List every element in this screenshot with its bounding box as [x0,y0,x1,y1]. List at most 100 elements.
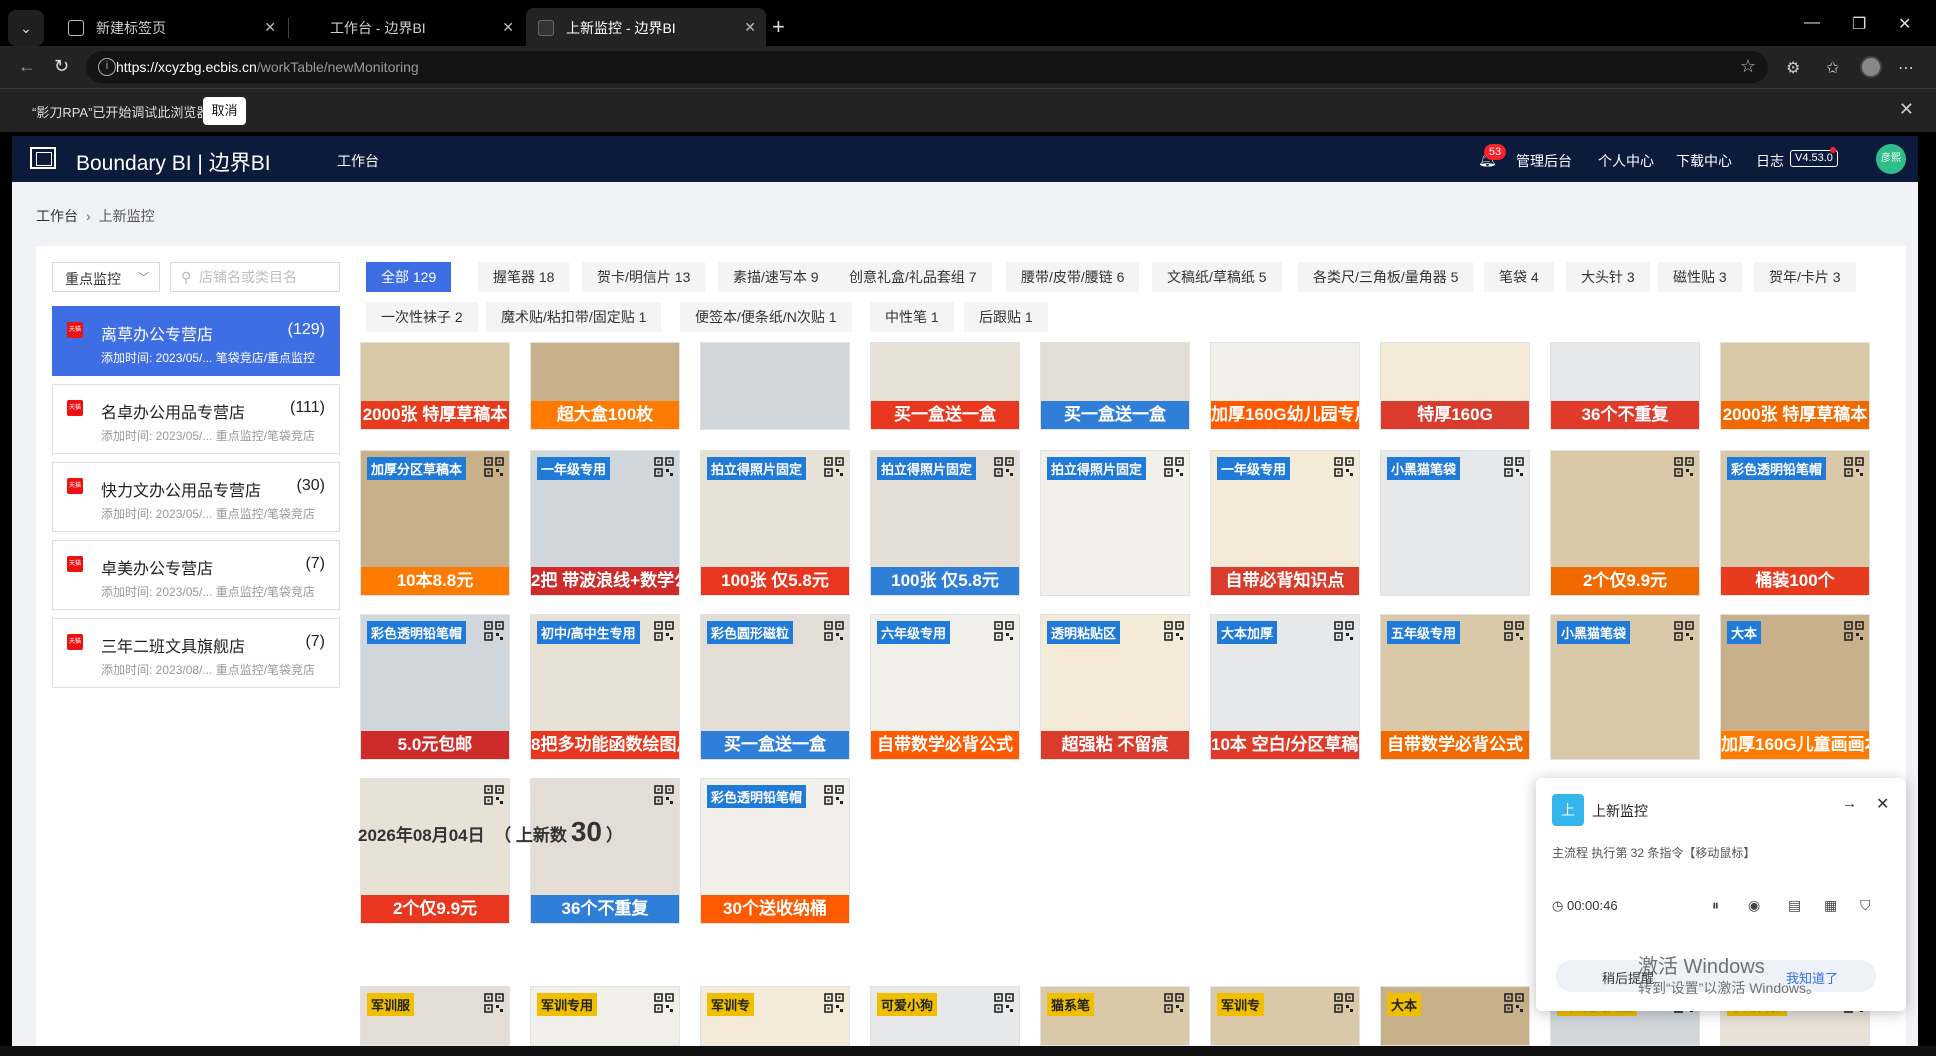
breadcrumb-root[interactable]: 工作台 [36,208,78,224]
qr-code-icon[interactable] [1674,457,1694,477]
category-chip[interactable]: 素描/速写本 9 [718,262,834,292]
qr-code-icon[interactable] [654,621,674,641]
product-card[interactable]: 一年级专用 2把 带波浪线+数学公式 [530,450,680,596]
product-card[interactable]: 2000张 特厚草稿本 [360,342,510,430]
category-chip[interactable]: 各类尺/三角板/量角器 5 [1298,262,1474,292]
nav-admin[interactable]: 管理后台 [1516,151,1572,171]
qr-code-icon[interactable] [824,457,844,477]
qr-code-icon[interactable] [1334,457,1354,477]
category-chip[interactable]: 腰带/皮带/腰链 6 [1006,262,1140,292]
product-card[interactable]: 军训专 [700,986,850,1046]
store-search-input[interactable] [199,267,335,287]
user-avatar[interactable]: 彦熙 [1876,144,1906,174]
table-icon[interactable]: ▦ [1824,897,1837,914]
product-card[interactable]: 透明粘贴区 超强粘 不留痕 [1040,614,1190,760]
category-chip[interactable]: 魔术贴/粘扣带/固定贴 1 [486,302,662,332]
monitor-filter-select[interactable]: 重点监控 ﹀ [52,262,160,292]
category-chip[interactable]: 大头针 3 [1566,262,1650,292]
restore-icon[interactable]: ❐ [1852,14,1866,34]
product-card[interactable]: 拍立得照片固定 100张 仅5.8元 [700,450,850,596]
qr-code-icon[interactable] [994,457,1014,477]
store-item[interactable]: 天猫 离草办公专营店 (129) 添加时间: 2023/05/... 笔袋竞店/… [52,306,340,376]
product-card[interactable]: 初中/高中生专用 8把多功能函数绘图尺 [530,614,680,760]
nav-workbench[interactable]: 工作台 [337,151,379,171]
product-card[interactable]: 超大盒100枚 [530,342,680,430]
product-card[interactable]: 拍立得照片固定 [1040,450,1190,596]
tab-list-chevron-icon[interactable]: ⌄ [8,10,44,46]
nav-log[interactable]: 日志 [1756,151,1784,171]
browser-tab-new[interactable]: 新建标签页 ✕ [56,8,286,48]
category-chip[interactable]: 握笔器 18 [478,262,570,292]
product-card[interactable]: 拍立得照片固定 100张 仅5.8元 [870,450,1020,596]
category-chip[interactable]: 中性笔 1 [870,302,954,332]
qr-code-icon[interactable] [484,457,504,477]
qr-code-icon[interactable] [824,621,844,641]
product-card[interactable]: 小黑猫笔袋 [1550,614,1700,760]
window-close-icon[interactable]: ✕ [1898,14,1911,34]
qr-code-icon[interactable] [1504,621,1524,641]
product-card[interactable]: 彩色透明铅笔帽 桶装100个 [1720,450,1870,596]
store-item[interactable]: 天猫 卓美办公专营店 (7) 添加时间: 2023/05/... 重点监控/笔袋… [52,540,340,610]
qr-code-icon[interactable] [994,993,1014,1013]
product-card[interactable]: 彩色透明铅笔帽 30个送收纳桶 [700,778,850,924]
qr-code-icon[interactable] [654,457,674,477]
nav-downloads[interactable]: 下载中心 [1676,151,1732,171]
qr-code-icon[interactable] [1334,621,1354,641]
category-chip[interactable]: 后跟贴 1 [964,302,1048,332]
close-icon[interactable]: ✕ [264,19,276,36]
product-card[interactable]: 大本 [1380,986,1530,1046]
qr-code-icon[interactable] [1334,993,1354,1013]
extensions-icon[interactable]: ⚙ [1786,58,1800,78]
product-card[interactable]: 彩色圆形磁粒 买一盒送一盒 [700,614,850,760]
product-card[interactable]: 猫系笔 [1040,986,1190,1046]
product-card[interactable]: 买一盒送一盒 [1040,342,1190,430]
category-chip[interactable]: 磁性贴 3 [1658,262,1742,292]
qr-code-icon[interactable] [484,785,504,805]
minimize-icon[interactable]: — [1804,14,1820,32]
qr-code-icon[interactable] [654,993,674,1013]
pause-icon[interactable]: ⏸︎ [1712,897,1719,914]
product-card[interactable]: 加厚分区草稿本 10本8.8元 [360,450,510,596]
product-card[interactable]: 2000张 特厚草稿本 [1720,342,1870,430]
category-chip[interactable]: 文稿纸/草稿纸 5 [1152,262,1282,292]
qr-code-icon[interactable] [1164,993,1184,1013]
product-card[interactable]: 彩色透明铅笔帽 5.0元包邮 [360,614,510,760]
url-field[interactable]: i https://xcyzbg.ecbis.cn/workTable/newM… [86,51,1768,83]
stop-icon[interactable]: ◉ [1748,897,1760,914]
product-card[interactable]: 六年级专用 自带数学必背公式 [870,614,1020,760]
browser-tab-workbench[interactable]: 工作台 - 边界BI ✕ [292,8,524,48]
qr-code-icon[interactable] [1164,457,1184,477]
product-card[interactable]: 大本 加厚160G儿童画画本 [1720,614,1870,760]
browser-tab-monitoring[interactable]: 上新监控 - 边界BI ✕ [526,8,766,48]
store-search[interactable]: ⚲ [170,262,340,292]
product-card[interactable]: 36个不重复 [1550,342,1700,430]
qr-code-icon[interactable] [484,621,504,641]
qr-code-icon[interactable] [654,785,674,805]
store-item[interactable]: 天猫 名卓办公用品专营店 (111) 添加时间: 2023/05/... 重点监… [52,384,340,454]
close-icon[interactable]: ✕ [502,19,514,36]
category-chip[interactable]: 全部 129 [366,262,452,292]
qr-code-icon[interactable] [1504,993,1524,1013]
product-card[interactable]: 2个仅9.9元 [1550,450,1700,596]
product-card[interactable]: 可爱小狗 [870,986,1020,1046]
category-chip[interactable]: 贺年/卡片 3 [1754,262,1856,292]
category-chip[interactable]: 贺卡/明信片 13 [582,262,706,292]
infobar-cancel-button[interactable]: 取消 [203,97,246,125]
nav-profile[interactable]: 个人中心 [1598,151,1654,171]
more-menu-icon[interactable]: ⋯ [1898,58,1914,78]
qr-code-icon[interactable] [1164,621,1184,641]
close-icon[interactable]: ✕ [1876,794,1889,814]
qr-code-icon[interactable] [1674,621,1694,641]
shield-icon[interactable]: ⛉ [1860,897,1871,914]
product-card[interactable] [700,342,850,430]
product-card[interactable]: 五年级专用 自带数学必背公式 [1380,614,1530,760]
close-icon[interactable]: ✕ [744,19,756,36]
bookmark-star-icon[interactable]: ☆ [1740,56,1756,77]
product-card[interactable]: 一年级专用 自带必背知识点 [1210,450,1360,596]
product-card[interactable]: 军训服 [360,986,510,1046]
product-card[interactable]: 军训专用 [530,986,680,1046]
category-chip[interactable]: 笔袋 4 [1484,262,1554,292]
qr-code-icon[interactable] [994,621,1014,641]
profile-avatar[interactable] [1860,56,1882,78]
qr-code-icon[interactable] [1844,457,1864,477]
